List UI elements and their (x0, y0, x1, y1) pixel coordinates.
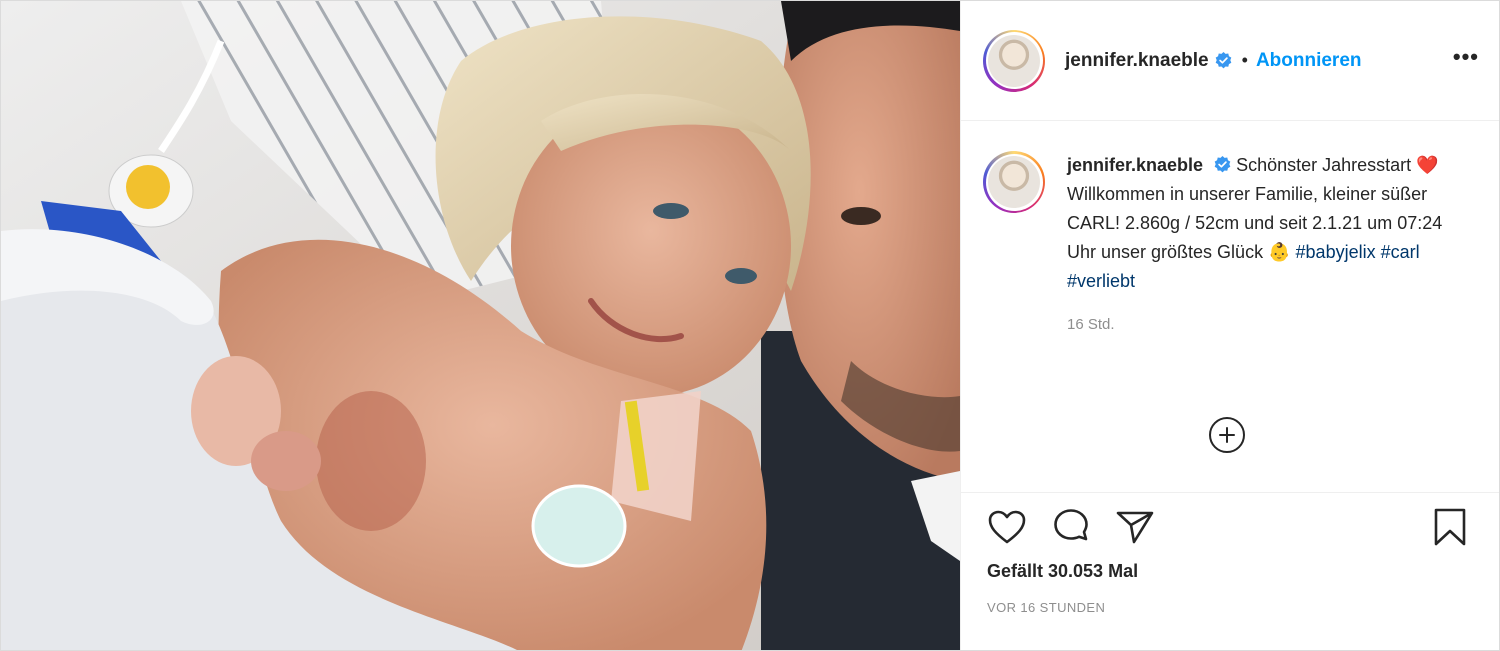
action-bar (987, 507, 1479, 547)
avatar-image (988, 156, 1040, 208)
baby-emoji: 👶 (1268, 242, 1291, 262)
load-more-comments-button[interactable] (1209, 417, 1245, 453)
heart-outline-icon (988, 510, 1026, 544)
more-options-icon[interactable]: ••• (1453, 44, 1479, 78)
instagram-post: jennifer.knaeble • Abonnieren ••• jennif… (0, 0, 1500, 651)
plus-circle-icon (1219, 427, 1235, 443)
caption-text: jennifer.knaeble Schönster Jahresstart ❤… (1067, 151, 1457, 296)
caption-timestamp[interactable]: 16 Std. (1067, 316, 1479, 333)
hashtag-carl[interactable]: #carl (1381, 242, 1420, 262)
speech-bubble-icon (1054, 509, 1088, 541)
paper-plane-icon (1116, 511, 1154, 544)
post-actions-area: Gefällt 30.053 Mal VOR 16 STUNDEN (961, 492, 1499, 650)
bookmark-outline-icon (1434, 508, 1466, 546)
post-header: jennifer.knaeble • Abonnieren ••• (961, 1, 1499, 121)
header-username[interactable]: jennifer.knaeble (1065, 50, 1209, 72)
post-photo-image (1, 1, 960, 650)
like-button[interactable] (987, 509, 1027, 545)
hashtag-babyjelix[interactable]: #babyjelix (1296, 242, 1376, 262)
post-photo[interactable] (1, 1, 960, 650)
post-timestamp[interactable]: VOR 16 STUNDEN (987, 600, 1479, 615)
comment-button[interactable] (1051, 508, 1091, 546)
caption-avatar[interactable] (983, 151, 1045, 213)
save-button[interactable] (1433, 507, 1467, 547)
caption-part-1: Schönster Jahresstart (1236, 155, 1412, 175)
likes-count[interactable]: Gefällt 30.053 Mal (987, 561, 1479, 582)
separator-dot: • (1241, 50, 1248, 70)
avatar-image (988, 34, 1040, 87)
caption-username[interactable]: jennifer.knaeble (1067, 155, 1203, 175)
caption-row: jennifer.knaeble Schönster Jahresstart ❤… (983, 151, 1479, 296)
follow-button[interactable]: Abonnieren (1256, 50, 1362, 72)
verified-badge-icon (1214, 156, 1231, 173)
comments-section: jennifer.knaeble Schönster Jahresstart ❤… (961, 121, 1499, 492)
profile-avatar[interactable] (983, 29, 1045, 92)
heart-emoji: ❤️ (1416, 155, 1439, 175)
hashtag-verliebt[interactable]: #verliebt (1067, 271, 1135, 291)
verified-badge-icon (1215, 52, 1231, 69)
post-side-panel: jennifer.knaeble • Abonnieren ••• jennif… (960, 1, 1499, 650)
share-button[interactable] (1115, 509, 1155, 545)
